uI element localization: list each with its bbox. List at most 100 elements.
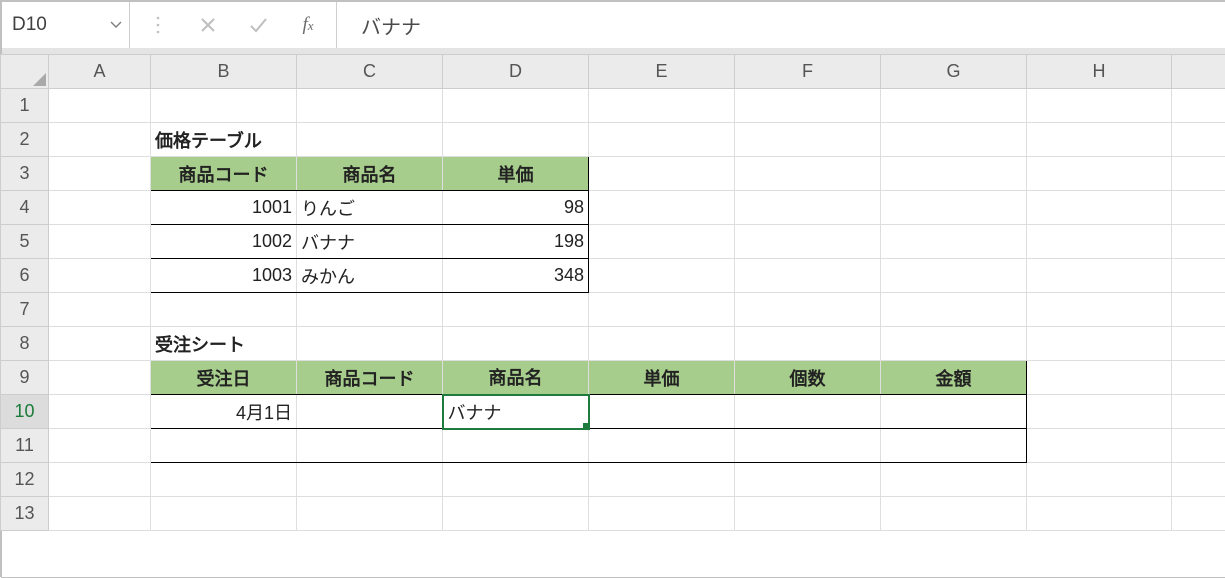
- cell[interactable]: [735, 463, 881, 497]
- cell-selected[interactable]: バナナ: [443, 395, 589, 429]
- cell[interactable]: [881, 225, 1027, 259]
- confirm-icon[interactable]: [248, 15, 268, 35]
- cell-header-name2[interactable]: 商品名: [443, 361, 589, 395]
- cell[interactable]: [1027, 123, 1172, 157]
- cell[interactable]: [151, 463, 297, 497]
- cell[interactable]: [589, 429, 735, 463]
- cell-header-qty[interactable]: 個数: [735, 361, 881, 395]
- cell-header-code2[interactable]: 商品コード: [297, 361, 443, 395]
- cell[interactable]: [881, 429, 1027, 463]
- cell[interactable]: [1027, 191, 1172, 225]
- cell[interactable]: [49, 395, 151, 429]
- cell[interactable]: [297, 89, 443, 123]
- cell[interactable]: [589, 259, 735, 293]
- cell[interactable]: みかん: [297, 259, 443, 293]
- cell[interactable]: [151, 497, 297, 531]
- cell[interactable]: [881, 191, 1027, 225]
- cell[interactable]: [49, 157, 151, 191]
- cell-order-sheet-title[interactable]: 受注シート: [151, 327, 297, 361]
- cell[interactable]: [881, 157, 1027, 191]
- col-header[interactable]: B: [151, 55, 297, 89]
- select-all-corner[interactable]: [1, 55, 49, 89]
- cell[interactable]: [1172, 259, 1225, 293]
- fx-icon[interactable]: fx: [298, 15, 318, 35]
- col-header[interactable]: F: [735, 55, 881, 89]
- row-header[interactable]: 8: [1, 327, 49, 361]
- row-header[interactable]: 11: [1, 429, 49, 463]
- cell[interactable]: バナナ: [297, 225, 443, 259]
- cell[interactable]: 198: [443, 225, 589, 259]
- row-header[interactable]: 9: [1, 361, 49, 395]
- cell[interactable]: [1172, 225, 1225, 259]
- cell[interactable]: [1172, 157, 1225, 191]
- cell[interactable]: [49, 123, 151, 157]
- col-header[interactable]: G: [881, 55, 1027, 89]
- row-header[interactable]: 6: [1, 259, 49, 293]
- cell[interactable]: [1027, 395, 1172, 429]
- cell[interactable]: [1172, 395, 1225, 429]
- cell[interactable]: 1003: [151, 259, 297, 293]
- cell[interactable]: [49, 327, 151, 361]
- cell-header-unit-price2[interactable]: 単価: [589, 361, 735, 395]
- cell[interactable]: [881, 327, 1027, 361]
- cell[interactable]: [443, 429, 589, 463]
- cell[interactable]: [589, 157, 735, 191]
- cell[interactable]: [297, 327, 443, 361]
- cell[interactable]: [1027, 463, 1172, 497]
- cell[interactable]: [881, 293, 1027, 327]
- cell[interactable]: [443, 463, 589, 497]
- cell[interactable]: [1172, 361, 1225, 395]
- name-box[interactable]: D10: [12, 2, 109, 48]
- cell[interactable]: [1172, 89, 1225, 123]
- cell[interactable]: [1172, 293, 1225, 327]
- row-header[interactable]: 4: [1, 191, 49, 225]
- cell[interactable]: [735, 327, 881, 361]
- cell[interactable]: [589, 191, 735, 225]
- cell[interactable]: [49, 429, 151, 463]
- cell[interactable]: [589, 123, 735, 157]
- cell[interactable]: [1172, 497, 1225, 531]
- cell[interactable]: [735, 89, 881, 123]
- cell[interactable]: [735, 157, 881, 191]
- cell[interactable]: [1027, 89, 1172, 123]
- cell[interactable]: [735, 497, 881, 531]
- col-header[interactable]: A: [49, 55, 151, 89]
- row-header[interactable]: 3: [1, 157, 49, 191]
- cell[interactable]: [1172, 463, 1225, 497]
- cell[interactable]: [1027, 293, 1172, 327]
- cell[interactable]: [443, 327, 589, 361]
- col-header[interactable]: D: [443, 55, 589, 89]
- name-box-dropdown[interactable]: [109, 18, 123, 32]
- cell-header-amount[interactable]: 金額: [881, 361, 1027, 395]
- cell[interactable]: [49, 293, 151, 327]
- cell[interactable]: [49, 225, 151, 259]
- cell[interactable]: [443, 89, 589, 123]
- cell-header-unit-price[interactable]: 単価: [443, 157, 589, 191]
- cell[interactable]: 1001: [151, 191, 297, 225]
- cell-header-name[interactable]: 商品名: [297, 157, 443, 191]
- cell[interactable]: [297, 123, 443, 157]
- cell[interactable]: [49, 497, 151, 531]
- formula-input[interactable]: バナナ: [337, 2, 1225, 48]
- col-header[interactable]: I: [1172, 55, 1225, 89]
- cell[interactable]: [151, 293, 297, 327]
- col-header[interactable]: H: [1027, 55, 1172, 89]
- dots-icon[interactable]: [148, 15, 168, 35]
- cell-header-code[interactable]: 商品コード: [151, 157, 297, 191]
- cell[interactable]: [589, 293, 735, 327]
- cell[interactable]: [1172, 123, 1225, 157]
- row-header[interactable]: 2: [1, 123, 49, 157]
- cell[interactable]: [735, 259, 881, 293]
- cell[interactable]: [735, 395, 881, 429]
- col-header[interactable]: C: [297, 55, 443, 89]
- cell-header-date[interactable]: 受注日: [151, 361, 297, 395]
- cell[interactable]: [297, 395, 443, 429]
- cell[interactable]: [881, 497, 1027, 531]
- cell[interactable]: [1027, 157, 1172, 191]
- row-header[interactable]: 12: [1, 463, 49, 497]
- spreadsheet-grid[interactable]: A B C D E F G H I 1 2 価格テーブル 3 商品コード: [0, 54, 1225, 577]
- cell[interactable]: [49, 191, 151, 225]
- cell[interactable]: [1172, 191, 1225, 225]
- cell[interactable]: [443, 123, 589, 157]
- row-header[interactable]: 10: [1, 395, 49, 429]
